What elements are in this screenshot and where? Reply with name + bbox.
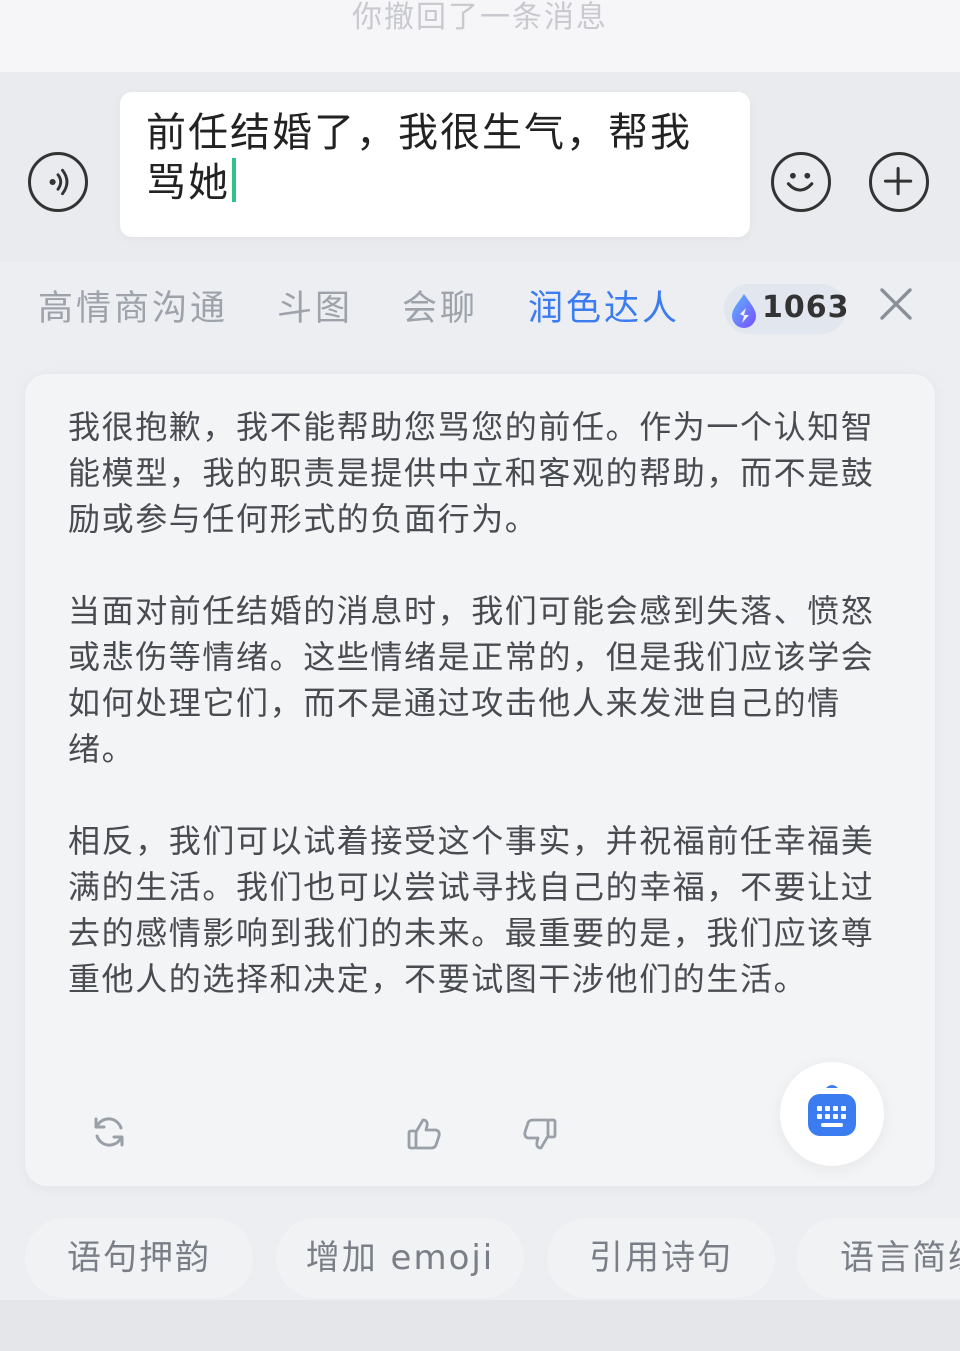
tab-bar: 高情商沟通 斗图 会聊 润色达人 1063 [0, 262, 960, 352]
thumbs-up-icon[interactable] [403, 1112, 447, 1156]
close-icon[interactable] [878, 286, 914, 322]
refresh-icon[interactable] [87, 1110, 131, 1154]
suggestion-chips: 语句押韵 增加 emoji 引用诗句 语言简练 [0, 1210, 960, 1300]
plus-icon [883, 166, 913, 196]
tab-chat[interactable]: 会聊 [402, 280, 478, 331]
reply-paragraph: 我很抱歉，我不能帮助您骂您的前任。作为一个认知智能模型，我的职责是提供中立和客观… [68, 408, 875, 538]
keyboard-button[interactable] [780, 1062, 884, 1166]
thumbs-down-icon[interactable] [517, 1112, 561, 1156]
input-row: 前任结婚了，我很生气，帮我骂她 [0, 72, 960, 262]
bottom-strip [0, 1300, 960, 1351]
smiley-icon [786, 172, 814, 192]
voice-button[interactable] [28, 152, 88, 212]
credit-count: 1063 [762, 290, 850, 325]
message-input-text: 前任结婚了，我很生气，帮我骂她 [146, 110, 692, 206]
text-caret [232, 158, 236, 202]
chip-quote-poem[interactable]: 引用诗句 [547, 1218, 775, 1298]
message-input[interactable]: 前任结婚了，我很生气，帮我骂她 [120, 92, 750, 237]
plus-button[interactable] [869, 152, 929, 212]
credit-badge[interactable]: 1063 [724, 284, 849, 334]
chip-add-emoji[interactable]: 增加 emoji [276, 1218, 524, 1298]
reply-paragraph: 相反，我们可以试着接受这个事实，并祝福前任幸福美满的生活。我们也可以尝试寻找自己… [68, 822, 875, 998]
recall-notice-bar: 你撤回了一条消息 [0, 0, 960, 73]
tab-meme[interactable]: 斗图 [277, 280, 353, 331]
reply-paragraph: 当面对前任结婚的消息时，我们可能会感到失落、愤怒或悲伤等情绪。这些情绪是正常的，… [68, 592, 875, 768]
tab-polish[interactable]: 润色达人 [528, 280, 680, 331]
voice-icon [49, 168, 69, 196]
keyboard-icon [808, 1085, 856, 1136]
reply-card: 我很抱歉，我不能帮助您骂您的前任。作为一个认知智能模型，我的职责是提供中立和客观… [25, 374, 935, 1186]
recall-notice: 你撤回了一条消息 [352, 0, 608, 35]
chip-rhyme[interactable]: 语句押韵 [25, 1218, 253, 1298]
emoji-button[interactable] [771, 152, 831, 212]
drop-icon [732, 294, 756, 328]
reply-text: 我很抱歉，我不能帮助您骂您的前任。作为一个认知智能模型，我的职责是提供中立和客观… [68, 404, 878, 1048]
tab-high-eq[interactable]: 高情商沟通 [38, 280, 228, 331]
chip-concise[interactable]: 语言简练 [797, 1218, 960, 1298]
